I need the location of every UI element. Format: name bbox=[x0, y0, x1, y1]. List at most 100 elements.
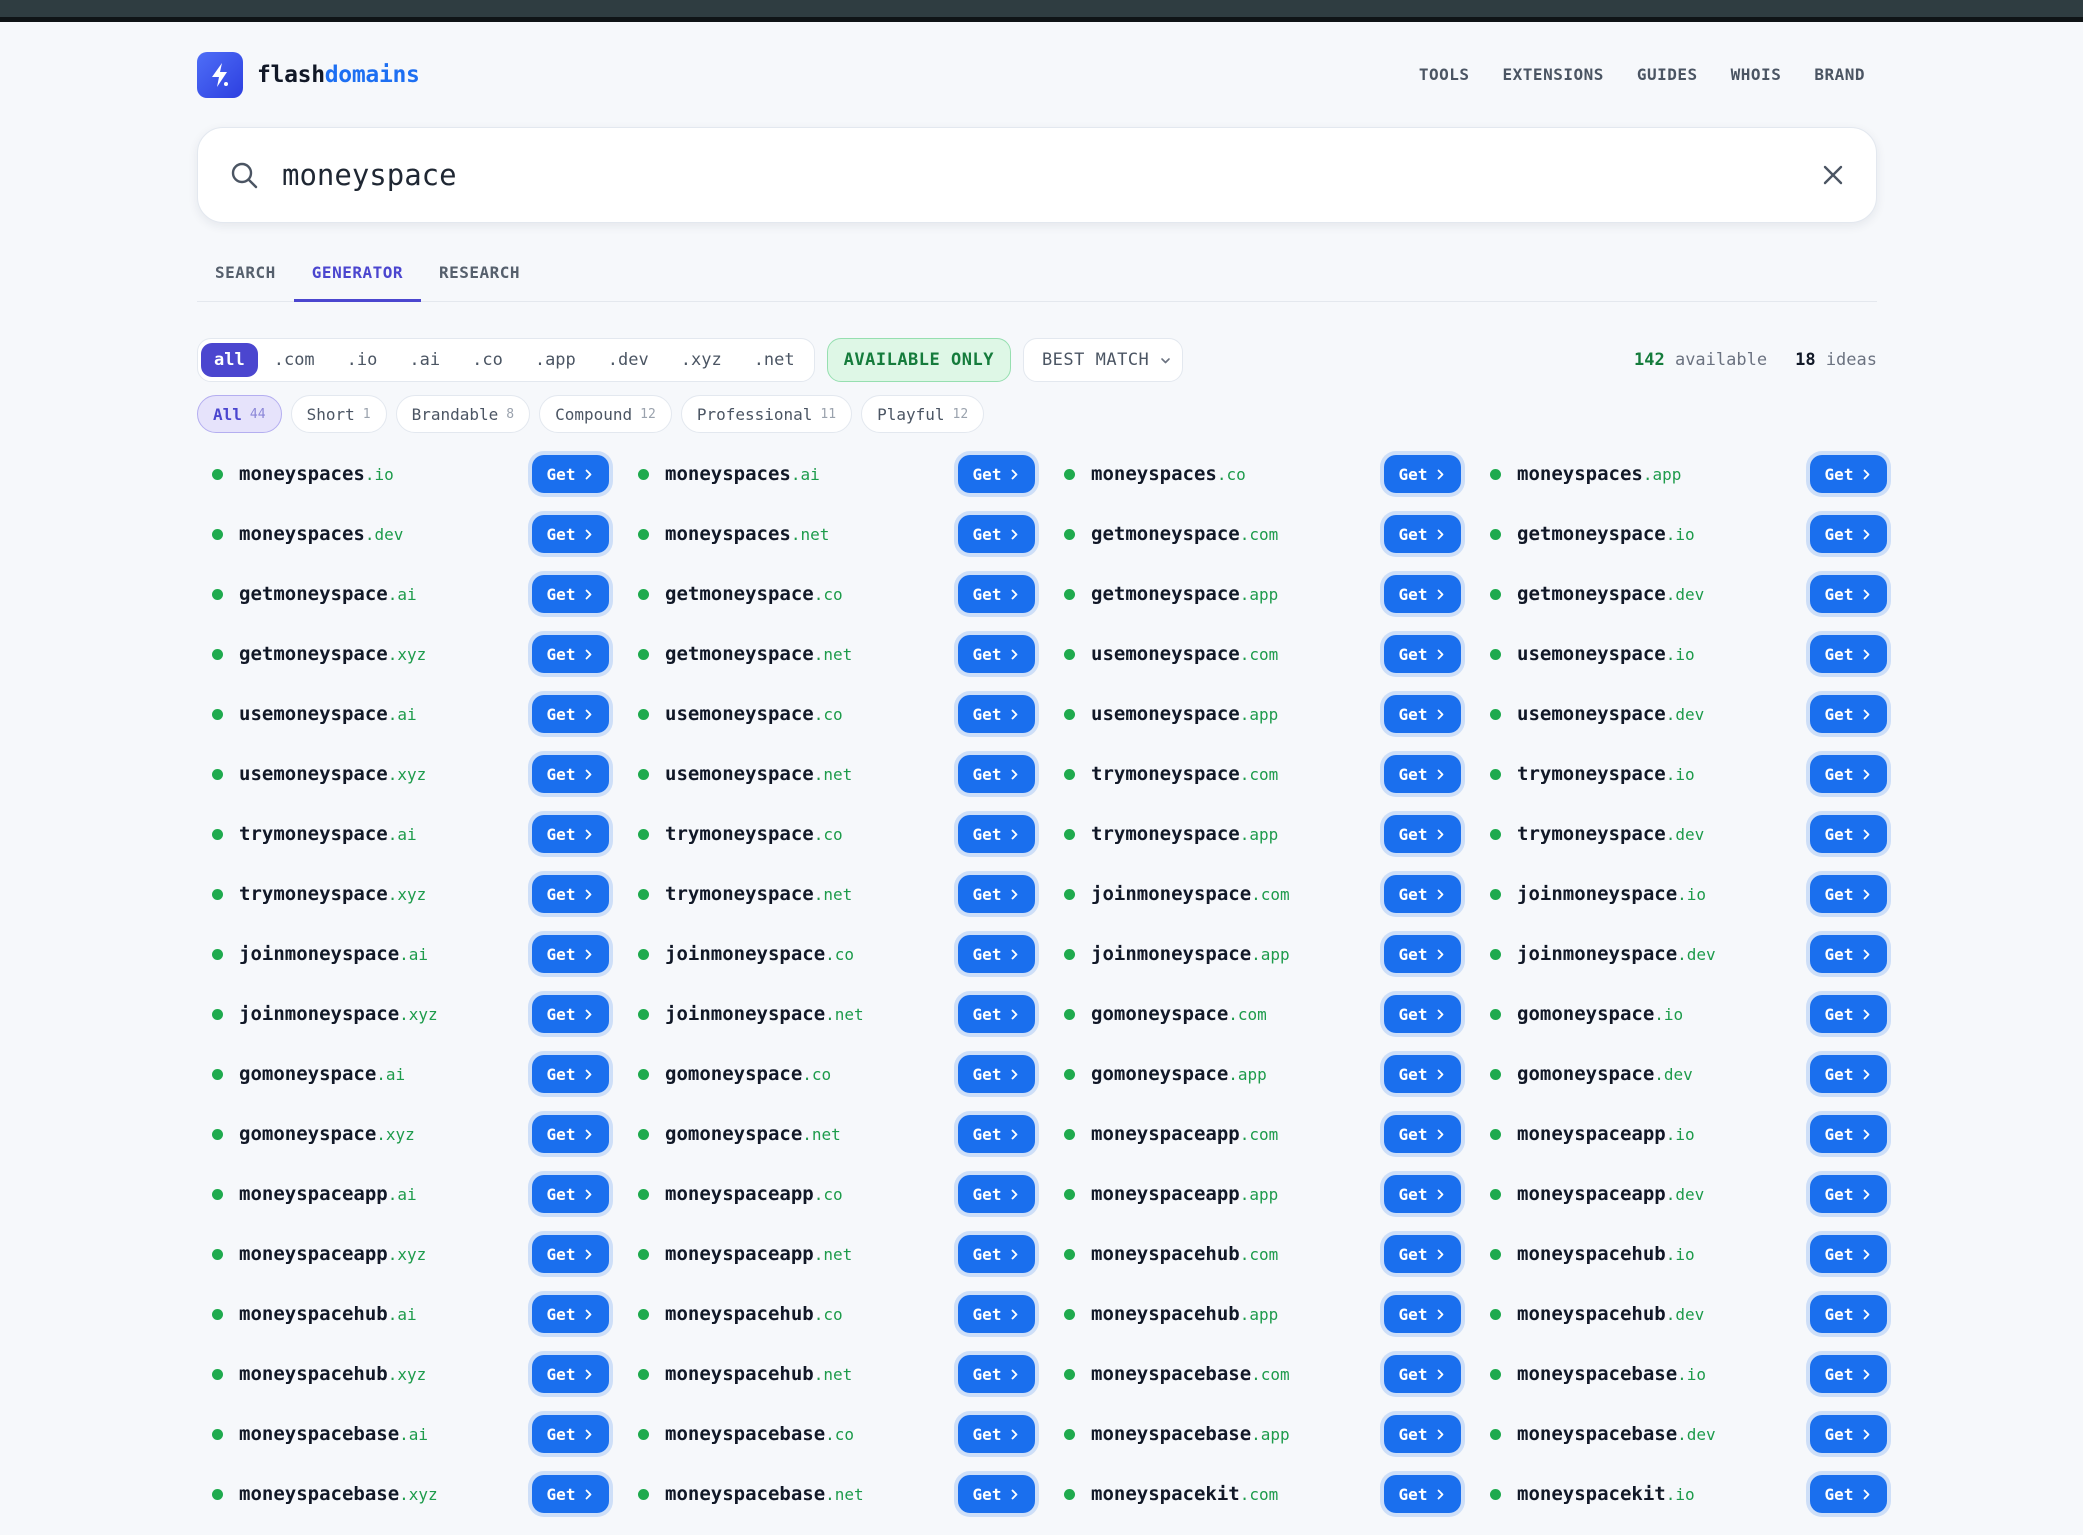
get-domain-button[interactable]: Get bbox=[958, 1055, 1035, 1093]
get-domain-button[interactable]: Get bbox=[1384, 815, 1461, 853]
get-domain-button[interactable]: Get bbox=[532, 995, 609, 1033]
get-domain-button[interactable]: Get bbox=[532, 515, 609, 553]
get-domain-button[interactable]: Get bbox=[1384, 875, 1461, 913]
get-domain-button[interactable]: Get bbox=[1810, 935, 1887, 973]
get-domain-button[interactable]: Get bbox=[1810, 1055, 1887, 1093]
get-domain-button[interactable]: Get bbox=[1384, 515, 1461, 553]
get-domain-button[interactable]: Get bbox=[1810, 1115, 1887, 1153]
get-domain-button[interactable]: Get bbox=[958, 815, 1035, 853]
brand-logo-link[interactable]: flashdomains bbox=[197, 51, 420, 98]
get-domain-button[interactable]: Get bbox=[1384, 1295, 1461, 1333]
nav-tools[interactable]: TOOLS bbox=[1419, 65, 1470, 84]
get-domain-button[interactable]: Get bbox=[1810, 1475, 1887, 1513]
get-domain-button[interactable]: Get bbox=[1810, 635, 1887, 673]
get-domain-button[interactable]: Get bbox=[532, 815, 609, 853]
get-domain-button[interactable]: Get bbox=[532, 935, 609, 973]
category-chip-playful[interactable]: Playful 12 bbox=[861, 395, 985, 433]
category-chip-all[interactable]: All 44 bbox=[197, 395, 282, 433]
get-domain-button[interactable]: Get bbox=[532, 1355, 609, 1393]
get-domain-button[interactable]: Get bbox=[1384, 1475, 1461, 1513]
get-domain-button[interactable]: Get bbox=[1810, 575, 1887, 613]
get-domain-button[interactable]: Get bbox=[1384, 455, 1461, 493]
get-domain-button[interactable]: Get bbox=[1384, 1055, 1461, 1093]
get-domain-button[interactable]: Get bbox=[1384, 1115, 1461, 1153]
tld-filter-com[interactable]: .com bbox=[258, 343, 331, 377]
tld-filter-net[interactable]: .net bbox=[738, 343, 811, 377]
get-domain-button[interactable]: Get bbox=[958, 1175, 1035, 1213]
category-chip-brandable[interactable]: Brandable 8 bbox=[395, 395, 531, 433]
get-domain-button[interactable]: Get bbox=[1810, 875, 1887, 913]
get-domain-button[interactable]: Get bbox=[1384, 635, 1461, 673]
get-domain-button[interactable]: Get bbox=[532, 455, 609, 493]
get-domain-button[interactable]: Get bbox=[1384, 935, 1461, 973]
get-domain-button[interactable]: Get bbox=[958, 515, 1035, 553]
tld-filter-dev[interactable]: .dev bbox=[592, 343, 665, 377]
nav-guides[interactable]: GUIDES bbox=[1637, 65, 1698, 84]
category-chip-professional[interactable]: Professional 11 bbox=[680, 395, 853, 433]
get-domain-button[interactable]: Get bbox=[1810, 1355, 1887, 1393]
get-domain-button[interactable]: Get bbox=[532, 755, 609, 793]
tld-filter-xyz[interactable]: .xyz bbox=[665, 343, 738, 377]
category-chip-short[interactable]: Short 1 bbox=[290, 395, 387, 433]
get-domain-button[interactable]: Get bbox=[958, 695, 1035, 733]
nav-extensions[interactable]: EXTENSIONS bbox=[1503, 65, 1604, 84]
get-domain-button[interactable]: Get bbox=[1810, 1235, 1887, 1273]
get-domain-button[interactable]: Get bbox=[532, 1415, 609, 1453]
get-domain-button[interactable]: Get bbox=[532, 1055, 609, 1093]
get-domain-button[interactable]: Get bbox=[1384, 1415, 1461, 1453]
get-domain-button[interactable]: Get bbox=[1810, 995, 1887, 1033]
get-domain-button[interactable]: Get bbox=[532, 1235, 609, 1273]
tab-research[interactable]: RESEARCH bbox=[421, 259, 538, 302]
get-domain-button[interactable]: Get bbox=[532, 695, 609, 733]
sort-select[interactable]: BEST MATCH bbox=[1022, 338, 1184, 382]
get-domain-button[interactable]: Get bbox=[958, 455, 1035, 493]
get-domain-button[interactable]: Get bbox=[958, 1295, 1035, 1333]
category-chip-compound[interactable]: Compound 12 bbox=[539, 395, 672, 433]
get-domain-button[interactable]: Get bbox=[1810, 1415, 1887, 1453]
get-domain-button[interactable]: Get bbox=[1810, 1175, 1887, 1213]
tab-generator[interactable]: GENERATOR bbox=[293, 259, 421, 302]
get-domain-button[interactable]: Get bbox=[958, 1475, 1035, 1513]
get-domain-button[interactable]: Get bbox=[532, 575, 609, 613]
get-domain-button[interactable]: Get bbox=[1384, 995, 1461, 1033]
get-domain-button[interactable]: Get bbox=[1810, 515, 1887, 553]
get-domain-button[interactable]: Get bbox=[958, 575, 1035, 613]
get-domain-button[interactable]: Get bbox=[532, 1475, 609, 1513]
nav-whois[interactable]: WHOIS bbox=[1731, 65, 1782, 84]
get-domain-button[interactable]: Get bbox=[958, 995, 1035, 1033]
tab-search[interactable]: SEARCH bbox=[197, 259, 294, 302]
tld-filter-io[interactable]: .io bbox=[331, 343, 394, 377]
close-icon[interactable] bbox=[1820, 162, 1846, 188]
get-domain-button[interactable]: Get bbox=[532, 1175, 609, 1213]
tld-filter-app[interactable]: .app bbox=[519, 343, 592, 377]
get-domain-button[interactable]: Get bbox=[1384, 575, 1461, 613]
get-domain-button[interactable]: Get bbox=[1810, 1295, 1887, 1333]
tld-filter-ai[interactable]: .ai bbox=[393, 343, 456, 377]
get-domain-button[interactable]: Get bbox=[958, 1415, 1035, 1453]
tld-filter-all[interactable]: all bbox=[201, 343, 258, 377]
get-domain-button[interactable]: Get bbox=[1384, 755, 1461, 793]
get-domain-button[interactable]: Get bbox=[958, 1235, 1035, 1273]
get-domain-button[interactable]: Get bbox=[1810, 695, 1887, 733]
search-input[interactable] bbox=[282, 158, 1820, 192]
get-domain-button[interactable]: Get bbox=[1384, 1175, 1461, 1213]
get-domain-button[interactable]: Get bbox=[1384, 1355, 1461, 1393]
get-domain-button[interactable]: Get bbox=[958, 755, 1035, 793]
get-domain-button[interactable]: Get bbox=[1384, 1235, 1461, 1273]
get-domain-button[interactable]: Get bbox=[1810, 815, 1887, 853]
get-domain-button[interactable]: Get bbox=[1810, 755, 1887, 793]
nav-brand[interactable]: BRAND bbox=[1814, 65, 1865, 84]
get-domain-button[interactable]: Get bbox=[958, 875, 1035, 913]
get-domain-button[interactable]: Get bbox=[532, 1295, 609, 1333]
available-only-toggle[interactable]: AVAILABLE ONLY bbox=[826, 338, 1011, 382]
get-domain-button[interactable]: Get bbox=[1384, 695, 1461, 733]
get-domain-button[interactable]: Get bbox=[532, 1115, 609, 1153]
get-domain-button[interactable]: Get bbox=[958, 935, 1035, 973]
get-domain-button[interactable]: Get bbox=[532, 635, 609, 673]
tld-filter-co[interactable]: .co bbox=[456, 343, 519, 377]
get-domain-button[interactable]: Get bbox=[1810, 455, 1887, 493]
get-domain-button[interactable]: Get bbox=[958, 635, 1035, 673]
get-domain-button[interactable]: Get bbox=[532, 875, 609, 913]
get-domain-button[interactable]: Get bbox=[958, 1115, 1035, 1153]
get-domain-button[interactable]: Get bbox=[958, 1355, 1035, 1393]
